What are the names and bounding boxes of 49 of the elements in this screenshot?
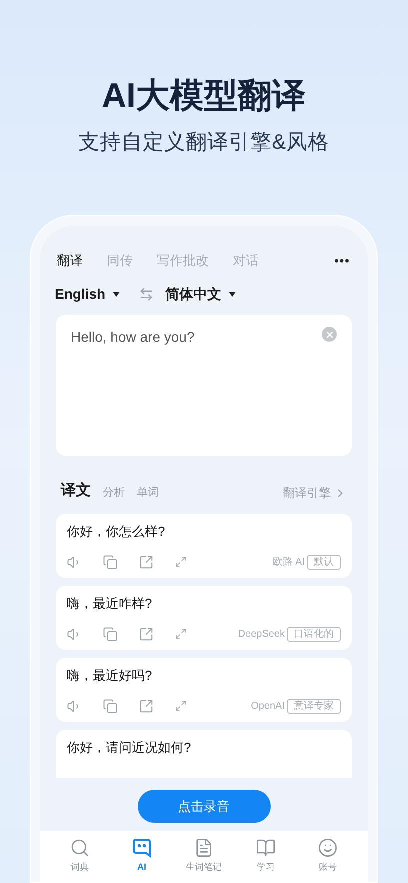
share-icon[interactable] (139, 554, 154, 570)
translation-text: 嗨，最近咋样? (67, 595, 154, 613)
mode-tab[interactable]: 同传 (107, 251, 133, 271)
engine-link[interactable]: 翻译引擎 (283, 484, 347, 502)
engine-name: DeepSeek (238, 628, 285, 642)
mode-tab[interactable]: 写作批改 (157, 251, 209, 271)
translation-text: 你好，请问近况如何? (67, 739, 192, 757)
mode-tab[interactable]: 对话 (233, 251, 259, 271)
caret-icon (112, 292, 120, 296)
result-tab[interactable]: 译文 (61, 480, 91, 502)
swap-icon[interactable] (138, 286, 154, 302)
copy-icon[interactable] (103, 698, 118, 714)
input-text: Hello, how are you? (71, 328, 195, 347)
translation-text: 你好，你怎么样? (67, 523, 166, 541)
result-tab[interactable]: 单词 (137, 484, 159, 502)
headline: AI大模型翻译 (102, 76, 306, 116)
search-icon (70, 838, 90, 858)
engine-name: OpenAI (251, 700, 285, 714)
expand-icon[interactable] (175, 628, 187, 640)
book-icon (256, 838, 276, 858)
copy-icon[interactable] (103, 626, 118, 642)
nav-tab[interactable]: 词典 (52, 838, 108, 874)
chat-bubble-icon (132, 838, 152, 858)
mode-tab[interactable]: 翻译 (57, 251, 83, 271)
note-icon (194, 838, 214, 858)
subheadline: 支持自定义翻译引擎&风格 (78, 130, 330, 156)
close-icon (324, 330, 334, 340)
clear-button[interactable] (322, 327, 337, 342)
engine-name: 欧路 AI (272, 556, 305, 570)
expand-icon[interactable] (175, 556, 187, 568)
nav-tab[interactable]: 账号 (300, 838, 356, 874)
translation-text: 嗨，最近好吗? (67, 667, 154, 685)
nav-tab[interactable]: 生词笔记 (176, 838, 232, 874)
nav-tab[interactable]: 学习 (238, 838, 294, 874)
share-icon[interactable] (139, 626, 154, 642)
style-tag: 默认 (307, 554, 341, 570)
caret-icon (228, 292, 236, 296)
nav-tab[interactable]: AI (114, 838, 170, 874)
source-language-dropdown[interactable]: English (55, 284, 120, 304)
smiley-icon (318, 838, 338, 858)
style-tag: 口语化的 (287, 626, 341, 642)
result-tab[interactable]: 分析 (103, 484, 125, 502)
input-field[interactable]: Hello, how are you? (56, 315, 352, 456)
copy-icon[interactable] (103, 554, 118, 570)
expand-icon[interactable] (175, 700, 187, 712)
share-icon[interactable] (139, 698, 154, 714)
target-language-dropdown[interactable]: 简体中文 (166, 284, 236, 304)
record-button[interactable]: 点击录音 (138, 790, 270, 823)
style-tag: 意译专家 (287, 698, 341, 714)
